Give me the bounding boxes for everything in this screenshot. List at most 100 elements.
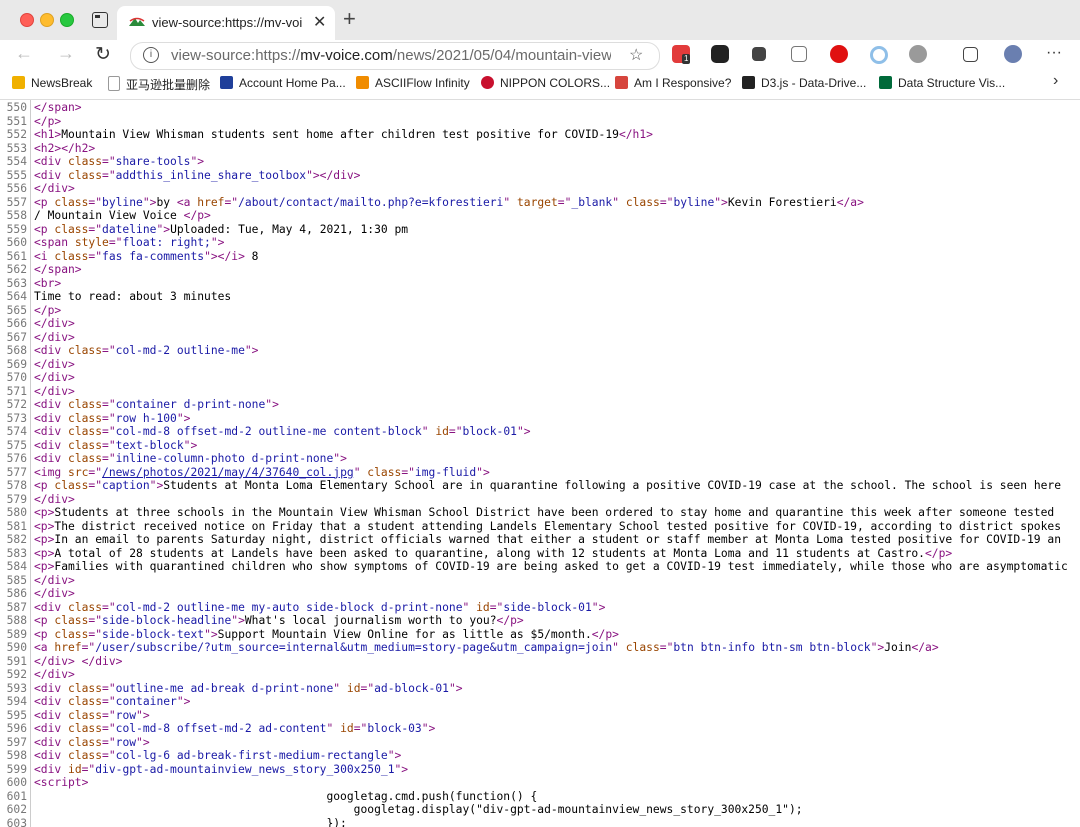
line-number: 600: [6, 776, 27, 789]
source-code: </div>: [34, 371, 75, 384]
back-button[interactable]: ←: [15, 43, 33, 64]
bookmark-am-i-responsive[interactable]: Am I Responsive?: [615, 76, 731, 90]
line-number: 573: [6, 411, 27, 425]
profile-avatar[interactable]: [1004, 45, 1022, 63]
source-code: </div>: [34, 668, 75, 681]
bookmark-data-structure-vis[interactable]: Data Structure Vis...: [879, 76, 1005, 90]
source-code: <p>A total of 28 students at Landels hav…: [34, 546, 953, 560]
source-line: 578 <p class="caption">Students at Monta …: [0, 479, 1080, 493]
source-line: 550 </span>: [0, 101, 1080, 115]
line-number: 583: [6, 546, 27, 560]
source-line: 589 <p class="side-block-text">Support Mo…: [0, 628, 1080, 642]
close-window-button[interactable]: [20, 13, 34, 27]
source-code: <br>: [34, 276, 62, 290]
url-scheme: view-source:https://: [171, 47, 301, 64]
address-bar[interactable]: i view-source:https://mv-voice.com/news/…: [130, 42, 660, 70]
line-number: 578: [6, 479, 27, 492]
source-line: 584 <p>Families with quarantined children…: [0, 560, 1080, 574]
source-line: 585 </div>: [0, 574, 1080, 588]
line-number: 563: [6, 276, 27, 290]
source-code: });: [34, 816, 347, 827]
extension-adblock-icon[interactable]: [830, 45, 848, 63]
source-line: 562 </span>: [0, 263, 1080, 277]
source-code: <p>The district received notice on Frida…: [34, 519, 1061, 533]
source-line: 567 </div>: [0, 331, 1080, 345]
minimize-window-button[interactable]: [40, 13, 54, 27]
source-code: </div>: [34, 182, 75, 195]
source-line: 596 <div class="col-md-8 offset-md-2 ad-c…: [0, 722, 1080, 736]
line-number: 555: [6, 168, 27, 182]
source-line: 597 <div class="row">: [0, 736, 1080, 750]
tab-view-source[interactable]: view-source:https://mv-voice.c ✕: [117, 6, 335, 40]
source-code: googletag.display("div-gpt-ad-mountainvi…: [34, 803, 803, 816]
bookmark-amazon-delete[interactable]: 亚马逊批量删除: [108, 76, 210, 93]
extension-v-icon[interactable]: [909, 45, 927, 63]
line-number: 575: [6, 438, 27, 452]
source-code: <div class="col-md-2 outline-me my-auto …: [34, 600, 606, 614]
bookmark-nippon-colors[interactable]: NIPPON COLORS...: [481, 76, 610, 90]
tab-close-icon[interactable]: ✕: [313, 12, 326, 32]
folder-icon: [12, 76, 25, 89]
bookmark-account-home[interactable]: Account Home Pa...: [220, 76, 346, 90]
extension-x-icon[interactable]: [752, 47, 766, 61]
extension-mask-icon[interactable]: [711, 45, 729, 63]
source-code: <div class="outline-me ad-break d-print-…: [34, 681, 463, 695]
line-number: 562: [6, 263, 27, 276]
new-tab-button[interactable]: +: [343, 8, 356, 30]
line-number: 567: [6, 330, 27, 344]
line-number: 574: [6, 425, 27, 438]
source-code: <div class="col-md-8 offset-md-2 ad-cont…: [34, 722, 436, 735]
source-line: 571 </div>: [0, 385, 1080, 399]
bookmark-asciiflow[interactable]: ASCIIFlow Infinity: [356, 76, 470, 90]
line-number: 599: [6, 762, 27, 776]
view-source-pane[interactable]: 550 </span> 551 </p> 552 <h1>Mountain View Wh…: [0, 100, 1080, 827]
extension-reader-icon[interactable]: [791, 46, 807, 62]
source-line: 590 <a href="/user/subscribe/?utm_source=…: [0, 641, 1080, 655]
collections-icon[interactable]: [963, 47, 978, 62]
nippon-icon: [481, 76, 494, 89]
line-number: 557: [6, 195, 27, 209]
line-number: 597: [6, 735, 27, 749]
line-number: 552: [6, 128, 27, 141]
source-line: 551 </p>: [0, 115, 1080, 129]
tab-actions-icon[interactable]: [92, 12, 108, 28]
bookmark-d3js[interactable]: D3.js - Data-Drive...: [742, 76, 866, 90]
source-code: <h2></h2>: [34, 141, 96, 155]
source-line: 573 <div class="row h-100">: [0, 412, 1080, 426]
source-code: <p class="dateline">Uploaded: Tue, May 4…: [34, 222, 409, 236]
source-line: 560 <span style="float: right;">: [0, 236, 1080, 250]
source-code: <div class="row h-100">: [34, 411, 191, 425]
line-number: 561: [6, 249, 27, 263]
source-line: 565 </p>: [0, 304, 1080, 318]
line-number: 566: [6, 317, 27, 330]
source-line: 598 <div class="col-lg-6 ad-break-first-m…: [0, 749, 1080, 763]
line-number: 582: [6, 533, 27, 546]
extension-circle-icon[interactable]: [870, 46, 888, 64]
line-number: 579: [6, 492, 27, 506]
settings-menu-button[interactable]: ···: [1046, 44, 1062, 62]
source-code: </div>: [34, 330, 75, 344]
source-code: </div>: [34, 357, 75, 371]
bookmarks-overflow-chevron-icon[interactable]: ›: [1053, 72, 1058, 90]
reload-button[interactable]: ↻: [95, 43, 111, 66]
line-number: 591: [6, 654, 27, 668]
source-code: <div class="col-lg-6 ad-break-first-medi…: [34, 749, 402, 762]
forward-button[interactable]: →: [57, 43, 75, 64]
bookmark-label: Data Structure Vis...: [898, 76, 1006, 90]
bookmark-label: Am I Responsive?: [634, 76, 732, 90]
extension-red-icon[interactable]: 1: [672, 45, 691, 64]
source-code: <div class="inline-column-photo d-print-…: [34, 452, 347, 465]
line-number: 551: [6, 114, 27, 128]
source-code: <p class="side-block-headline">What's lo…: [34, 614, 524, 627]
bookmark-newsbreak[interactable]: NewsBreak: [12, 76, 92, 90]
zoom-window-button[interactable]: [60, 13, 74, 27]
url-text[interactable]: view-source:https://mv-voice.com/news/20…: [171, 47, 611, 64]
site-info-icon[interactable]: i: [143, 47, 159, 63]
source-line: 591 </div> </div>: [0, 655, 1080, 669]
line-number: 577: [6, 465, 27, 479]
source-line: 601 googletag.cmd.push(function() {: [0, 790, 1080, 804]
source-code: </p>: [34, 303, 62, 317]
source-line: 553 <h2></h2>: [0, 142, 1080, 156]
source-line: 582 <p>In an email to parents Saturday ni…: [0, 533, 1080, 547]
add-favorite-icon[interactable]: ☆: [629, 45, 643, 65]
